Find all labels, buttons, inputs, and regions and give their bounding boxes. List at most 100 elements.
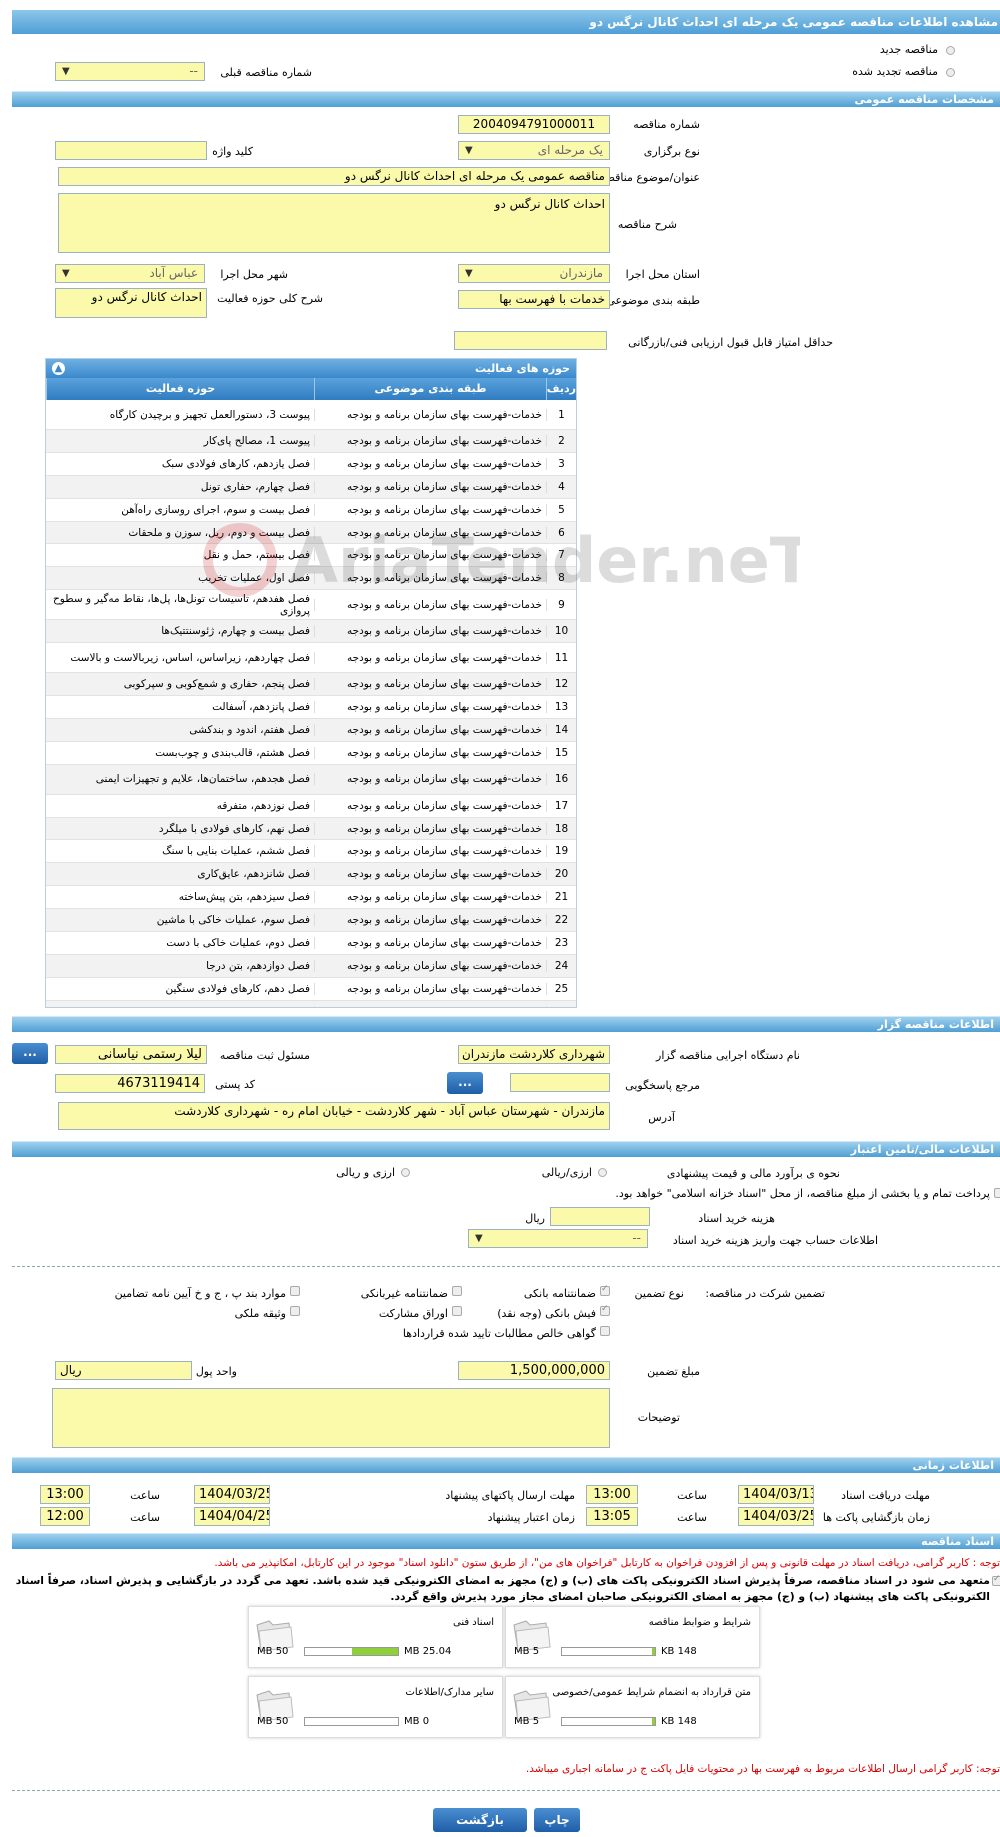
file-name: متن قرارداد به انضمام شرایط عمومی/خصوصی [552,1687,751,1698]
guarantee-type-label: نوع تضمین [634,1287,684,1300]
row-category: خدمات-فهرست بهای سازمان برنامه و بودجه [314,936,546,949]
commit-checkbox[interactable] [992,1574,1000,1586]
ref-lookup-button[interactable]: ... [447,1072,483,1094]
g6-checkbox[interactable] [290,1306,300,1316]
validity-time: 12:00 [40,1507,90,1526]
file-used: 0 MB [404,1716,430,1727]
file-box[interactable]: شرایط و ضوابط مناقصه 5 MB 148 KB [505,1606,760,1668]
open-time: 13:05 [586,1507,638,1526]
table-row: 4 خدمات-فهرست بهای سازمان برنامه و بودجه ف… [46,475,576,499]
time-label: ساعت [130,1511,160,1524]
row-number: 15 [546,746,576,759]
new-tender-radio[interactable] [946,46,955,55]
row-number: 26 [546,1005,576,1007]
title-label: عنوان/موضوع مناقصه [599,171,700,184]
row-scope: فصل سیزدهم، بتن پیش‌ساخته [178,891,310,904]
g2-checkbox[interactable] [452,1286,462,1296]
g3-checkbox[interactable] [290,1286,300,1296]
prev-tender-select[interactable]: -- ▼ [55,62,205,81]
docs-note: توجه : کاربر گرامی، دریافت اسناد در مهلت… [214,1557,1000,1569]
file-box[interactable]: متن قرارداد به انضمام شرایط عمومی/خصوصی 5… [505,1676,760,1738]
row-category: خدمات-فهرست بهای سازمان برنامه و بودجه [314,678,546,691]
row-scope: فصل اول، عملیات تخریب [198,572,310,585]
row-category: خدمات-فهرست بهای سازمان برنامه و بودجه [314,434,546,447]
renewed-tender-radio[interactable] [946,68,955,77]
amount-field: 1,500,000,000 [458,1361,610,1380]
g4-checkbox[interactable] [600,1304,610,1316]
table-row: 21 خدمات-فهرست بهای سازمان برنامه و بودجه… [46,886,576,910]
amount-label: مبلغ تضمین [647,1365,700,1378]
org-label: نام دستگاه اجرایی مناقصه گزار [656,1049,800,1062]
row-number: 1 [546,408,576,421]
renewed-tender-label: مناقصه تجدید شده [852,65,938,78]
row-number: 12 [546,678,576,691]
row-category: خدمات-فهرست بهای سازمان برنامه و بودجه [314,457,546,470]
g5-checkbox[interactable] [452,1306,462,1316]
scope-label: شرح کلی حوزه فعالیت [217,292,323,305]
file-box[interactable]: اسناد فنی 50 MB 25.04 MB [248,1606,503,1668]
row-scope: فصل بیستم، حمل و نقل [203,549,310,562]
table-row: 11 خدمات-فهرست بهای سازمان برنامه و بودجه… [46,643,576,674]
back-button[interactable]: بازگشت [433,1808,527,1832]
table-row: 25 خدمات-فهرست بهای سازمان برنامه و بودجه… [46,978,576,1001]
row-category: خدمات-فهرست بهای سازمان برنامه و بودجه [314,651,546,664]
table-row: 16 خدمات-فهرست بهای سازمان برنامه و بودجه… [46,764,576,795]
g7-checkbox[interactable] [600,1326,610,1336]
row-category: خدمات-فهرست بهای سازمان برنامه و بودجه [314,868,546,881]
row-number: 19 [546,845,576,858]
row-scope: فصل بیست و یکم، کارهای دستمزدی [46,1006,314,1007]
section-docs-header: اسناد مناقصه [12,1533,1000,1549]
file-name: سایر مدارک/اطلاعات [405,1687,494,1698]
notes-label: توضیحات [637,1411,680,1424]
row-scope: فصل بیست و چهارم، ژئوسنتتیک‌ها [161,625,310,638]
row-number: 16 [546,773,576,786]
g5-label: اوراق مشارکت [378,1307,448,1320]
doc-cost-label: هزینه خرید اسناد [698,1212,775,1225]
g4-label: فیش بانکی (وجه نقد) [497,1307,596,1320]
min-score-label: حداقل امتیاز قابل قبول ارزیابی فنی/بازرگ… [628,336,833,349]
city-select[interactable]: عباس آباد ▼ [55,264,205,283]
treasury-checkbox[interactable] [994,1188,1000,1198]
row-number: 8 [546,572,576,585]
new-tender-label: مناقصه جدید [879,43,938,56]
account-select[interactable]: -- ▼ [468,1229,648,1248]
activities-grid-header: حوزه های فعالیت ▲ [46,359,576,378]
row-scope: فصل هشتم، قالب‌بندی و چوب‌بست [155,746,310,759]
row-scope: فصل چهارم، حفاری تونل [200,480,310,493]
validity-label: زمان اعتبار پیشنهاد [487,1511,575,1524]
currency-opt1-radio[interactable] [598,1168,607,1177]
print-button[interactable]: چاپ [534,1808,580,1832]
section-finance-header: اطلاعات مالی/تامین اعتبار [12,1141,1000,1157]
currency-opt2-radio[interactable] [401,1168,410,1177]
g3-label: موارد بند پ ، ج و خ آیین نامه تضامین [114,1287,286,1300]
table-row: 7 خدمات-فهرست بهای سازمان برنامه و بودجه ف… [46,544,576,568]
type-select[interactable]: یک مرحله ای ▼ [458,141,610,160]
row-category: خدمات-فهرست بهای سازمان برنامه و بودجه [314,549,546,562]
row-category: خدمات-فهرست بهای سازمان برنامه و بودجه [314,891,546,904]
row-category: خدمات-فهرست بهای سازمان برنامه و بودجه [314,799,546,812]
resp-lookup-button[interactable]: ... [12,1043,48,1064]
row-category: خدمات-فهرست بهای سازمان برنامه و بودجه [314,526,546,539]
ref-field [510,1073,610,1092]
row-scope: فصل ششم، عملیات بنایی با سنگ [162,845,310,858]
collapse-icon[interactable]: ▲ [52,362,65,375]
row-category: خدمات-فهرست بهای سازمان برنامه و بودجه [314,503,546,516]
file-box[interactable]: سایر مدارک/اطلاعات 50 MB 0 MB [248,1676,503,1738]
row-number: 14 [546,723,576,736]
row-number: 25 [546,982,576,995]
keyword-label: کلید واژه [212,145,253,158]
chevron-down-icon: ▼ [475,1233,483,1244]
open-date: 1404/03/25 [738,1507,814,1526]
row-scope: فصل نوزدهم، متفرقه [216,799,310,812]
currency-opt1-label: ارزی/ریالی [541,1166,592,1179]
keyword-field [55,141,207,160]
g1-checkbox[interactable] [600,1284,610,1296]
table-row: 6 خدمات-فهرست بهای سازمان برنامه و بودجه ف… [46,521,576,545]
province-label: استان محل اجرا [625,268,700,281]
row-scope: فصل هفتم، اندود و بندکشی [189,723,310,736]
activities-rows: 1 خدمات-فهرست بهای سازمان برنامه و بودجه پ… [46,400,576,1007]
province-select[interactable]: مازندران ▼ [458,264,610,283]
scope-field: احداث کانال نرگس دو [55,288,207,318]
row-scope: فصل دوازدهم، بتن درجا [206,959,310,972]
min-score-field [454,331,607,350]
